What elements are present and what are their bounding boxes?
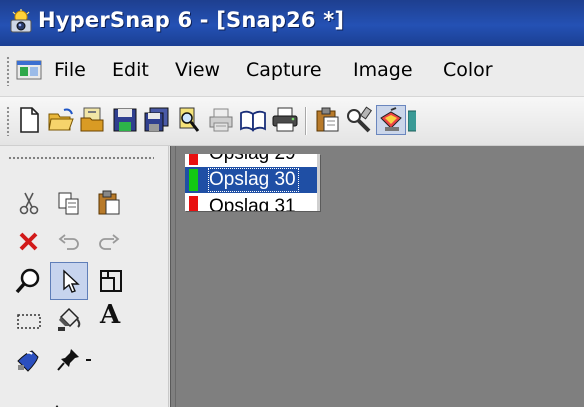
window-title: HyperSnap 6 - [Snap26 *]	[38, 8, 345, 32]
workspace-area[interactable]: Opslag 29 Opslag 30 Opslag 31	[170, 146, 584, 407]
menu-bar: File Edit View Capture Image Color	[0, 46, 584, 97]
image-tools-panel: A	[0, 146, 169, 407]
snap-item-label: Opslag 31	[209, 196, 296, 211]
capture-settings-icon[interactable]	[376, 105, 406, 135]
menu-image[interactable]: Image	[353, 59, 413, 81]
toolbar-grip[interactable]	[6, 106, 10, 136]
toolbar-separator	[305, 107, 307, 135]
select-pointer-icon[interactable]	[50, 262, 88, 300]
rectangle-select-icon[interactable]	[12, 304, 46, 338]
book-icon[interactable]	[238, 105, 268, 135]
snap-color-swatch	[189, 196, 198, 211]
save-icon[interactable]	[110, 105, 140, 135]
snap-color-swatch	[189, 154, 198, 165]
chevron-down-icon[interactable]	[80, 342, 96, 376]
title-bar[interactable]: HyperSnap 6 - [Snap26 *]	[0, 0, 584, 46]
menu-color[interactable]: Color	[443, 59, 493, 81]
menu-file[interactable]: File	[54, 59, 86, 81]
undo-icon[interactable]	[52, 225, 86, 259]
new-icon[interactable]	[14, 105, 44, 135]
save-all-icon[interactable]	[142, 105, 172, 135]
open-icon[interactable]	[46, 105, 76, 135]
arrow-tool-icon[interactable]	[40, 382, 74, 407]
document-window-icon[interactable]	[16, 58, 42, 82]
snap-item-label: Opslag 29	[209, 154, 296, 165]
snaps-list[interactable]: Opslag 29 Opslag 30 Opslag 31	[185, 154, 320, 211]
print-preview-icon[interactable]	[206, 105, 236, 135]
workspace-edge	[175, 146, 176, 407]
tools-panel-grip[interactable]	[8, 156, 154, 160]
menubar-grip[interactable]	[6, 56, 10, 86]
paste-icon[interactable]	[312, 105, 342, 135]
menu-edit[interactable]: Edit	[112, 59, 149, 81]
snap-item-label: Opslag 30	[208, 168, 299, 192]
crop-icon[interactable]	[94, 264, 128, 298]
paste-tool-icon[interactable]	[92, 186, 126, 220]
open-recent-icon[interactable]	[78, 105, 108, 135]
snap-color-swatch	[189, 169, 198, 191]
marker-icon[interactable]	[12, 342, 46, 376]
menu-capture[interactable]: Capture	[246, 59, 322, 81]
print-icon[interactable]	[270, 105, 300, 135]
snap-item-selected[interactable]: Opslag 30	[185, 167, 317, 193]
cut-icon[interactable]	[12, 186, 46, 220]
delete-icon[interactable]	[12, 225, 46, 259]
hypersnap-app-icon[interactable]	[8, 9, 34, 35]
copy-icon[interactable]	[52, 186, 86, 220]
fill-bucket-icon[interactable]	[52, 302, 86, 336]
redo-icon[interactable]	[92, 225, 126, 259]
text-tool-icon[interactable]: A	[94, 300, 128, 334]
snap-item[interactable]: Opslag 29	[185, 154, 317, 167]
toolbar-overflow-icon[interactable]	[408, 105, 416, 135]
chevron-down-icon[interactable]	[80, 382, 96, 407]
text-tool-label: A	[100, 300, 121, 330]
tools-icon[interactable]	[344, 105, 374, 135]
snap-item[interactable]: Opslag 31	[185, 194, 317, 211]
menu-view[interactable]: View	[175, 59, 220, 81]
main-toolbar	[0, 97, 584, 146]
zoom-icon[interactable]	[12, 264, 46, 298]
find-icon[interactable]	[174, 105, 204, 135]
